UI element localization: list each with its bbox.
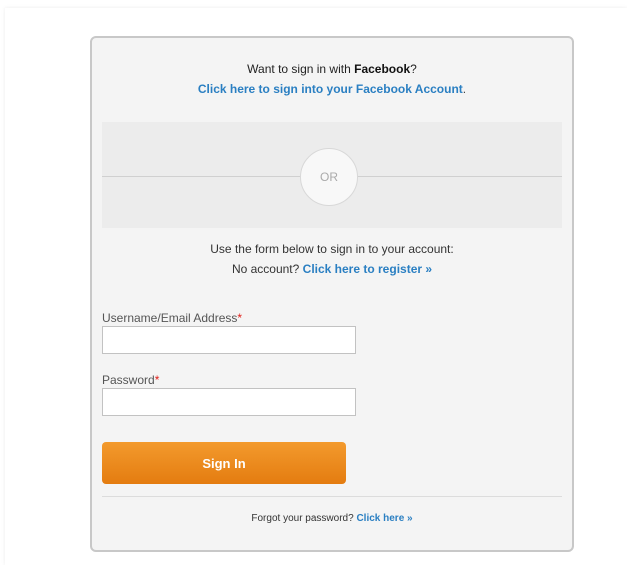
- facebook-prompt-prefix: Want to sign in with: [247, 62, 355, 76]
- password-label: Password*: [102, 373, 159, 387]
- divider: [102, 496, 562, 497]
- facebook-signin-link[interactable]: Click here to sign into your Facebook Ac…: [198, 82, 463, 96]
- required-marker: *: [237, 311, 243, 325]
- register-link[interactable]: Click here to register »: [303, 262, 432, 276]
- facebook-prompt: Want to sign in with Facebook?: [92, 62, 572, 76]
- login-box: Want to sign in with Facebook? Click her…: [90, 36, 574, 552]
- form-instructions: Use the form below to sign in to your ac…: [210, 242, 454, 256]
- forgot-password-line: Forgot your password? Click here »: [92, 513, 572, 524]
- register-line: No account? Click here to register »: [92, 262, 572, 276]
- forgot-password-link[interactable]: Click here »: [356, 513, 412, 524]
- facebook-prompt-suffix: ?: [410, 62, 417, 76]
- username-label: Username/Email Address*: [102, 311, 242, 325]
- or-badge: OR: [300, 148, 358, 206]
- facebook-link-line: Click here to sign into your Facebook Ac…: [92, 82, 572, 96]
- no-account-text: No account?: [231, 262, 303, 276]
- sign-in-button[interactable]: Sign In: [102, 442, 346, 484]
- or-separator: OR: [102, 122, 562, 228]
- facebook-prompt-bold: Facebook: [354, 62, 411, 76]
- forgot-password-text: Forgot your password?: [251, 513, 357, 524]
- username-input[interactable]: [102, 326, 356, 354]
- password-input[interactable]: [102, 388, 356, 416]
- facebook-link-suffix: .: [462, 82, 467, 96]
- required-marker: *: [154, 373, 160, 387]
- page-panel: Want to sign in with Facebook? Click her…: [5, 8, 627, 565]
- username-label-text: Username/Email Address: [102, 311, 238, 325]
- password-label-text: Password: [102, 373, 155, 387]
